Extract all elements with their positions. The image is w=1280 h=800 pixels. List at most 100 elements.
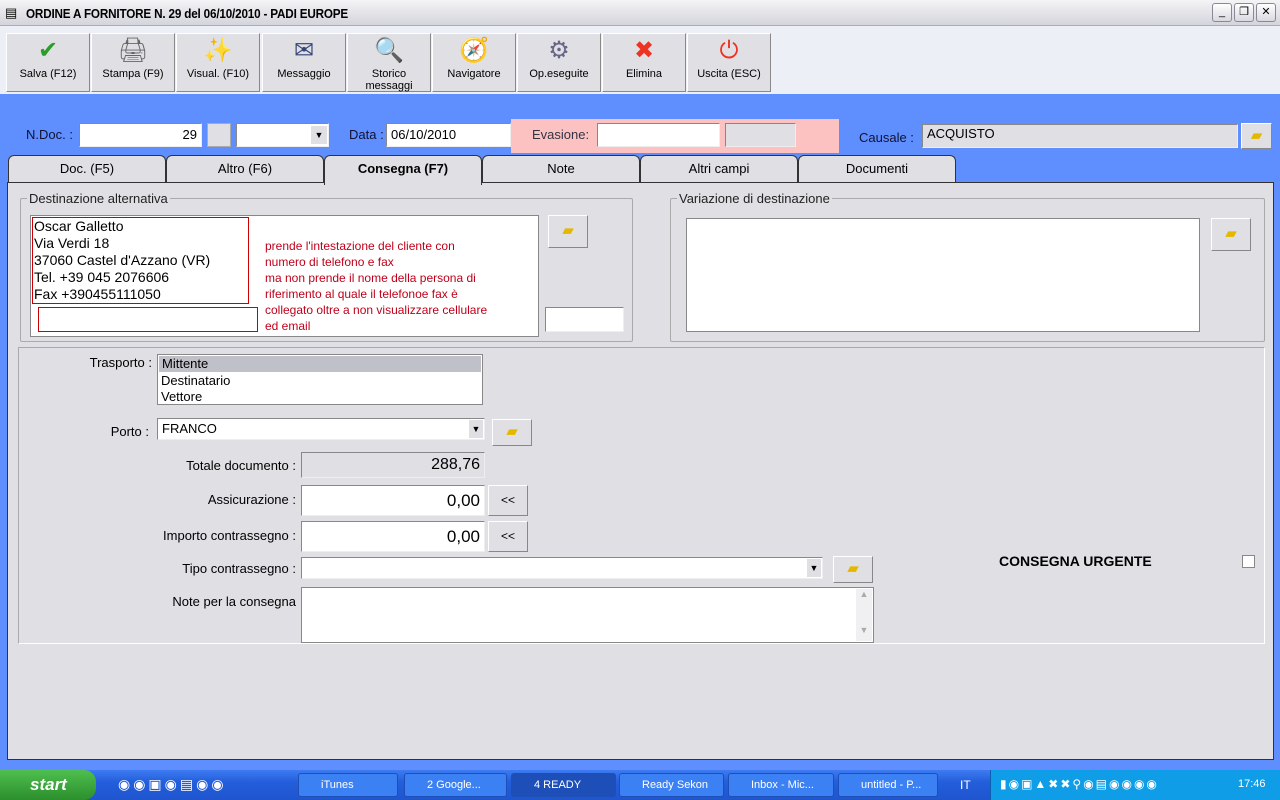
destinazione-folder-button[interactable]: ▰: [548, 215, 588, 248]
toolbar-button-1[interactable]: 🖨 Stampa (F9): [91, 33, 175, 92]
clock: 17:46: [1238, 778, 1266, 790]
toolbar-icon-1: 🖨: [117, 37, 149, 64]
taskbar-item[interactable]: 4 READY: [511, 773, 616, 797]
tab-1[interactable]: Altro (F6): [166, 155, 324, 183]
toolbar-label: Visual. (F10): [186, 68, 250, 80]
restore-button[interactable]: ❐: [1234, 3, 1254, 22]
data-label: Data :: [349, 127, 384, 142]
toolbar-button-6[interactable]: ⚙ Op.eseguite: [517, 33, 601, 92]
toolbar-label: Storico messaggi: [365, 68, 413, 92]
trasporto-option[interactable]: Vettore: [158, 389, 482, 405]
toolbar-icon-4: 🔍: [374, 37, 404, 64]
porto-label: Porto :: [110, 424, 149, 439]
tipo-contrassegno-select[interactable]: ▼: [301, 557, 823, 579]
assicurazione-copy-button[interactable]: <<: [488, 485, 528, 516]
causale-folder-button[interactable]: ▰: [1241, 123, 1272, 149]
address-line: Tel. +39 045 2076606: [34, 269, 170, 285]
tab-0[interactable]: Doc. (F5): [8, 155, 166, 183]
taskbar-item[interactable]: untitled - P...: [838, 773, 938, 797]
series-select[interactable]: ▼: [236, 123, 329, 147]
contrassegno-input[interactable]: 0,00: [301, 521, 485, 552]
toolbar-label: Messaggio: [277, 68, 331, 80]
toolbar-icon-8: ⏻: [719, 37, 739, 64]
tab-3[interactable]: Note: [482, 155, 640, 183]
toolbar-button-5[interactable]: 🧭 Navigatore: [432, 33, 516, 92]
toolbar-label: Salva (F12): [19, 68, 77, 80]
note-consegna-label: Note per la consegna: [172, 594, 296, 609]
toolbar-label: Op.eseguite: [529, 68, 589, 80]
toolbar-button-2[interactable]: ✨ Visual. (F10): [176, 33, 260, 92]
toolbar-label: Elimina: [625, 68, 663, 80]
toolbar-button-0[interactable]: ✔ Salva (F12): [6, 33, 90, 92]
address-line: Fax +390455111050: [34, 286, 161, 302]
destinazione-code-input[interactable]: [545, 307, 624, 332]
ndoc-input[interactable]: 29: [79, 123, 202, 147]
porto-folder-button[interactable]: ▰: [492, 419, 532, 446]
destinazione-label: Destinazione alternativa: [27, 191, 170, 206]
start-button[interactable]: start: [0, 770, 96, 800]
trasporto-option[interactable]: Mittente: [159, 356, 481, 372]
address-line: 37060 Castel d'Azzano (VR): [34, 252, 211, 268]
evasione-extra: [725, 123, 796, 147]
toolbar-button-8[interactable]: ⏻ Uscita (ESC): [687, 33, 771, 92]
toolbar-label: Uscita (ESC): [697, 68, 761, 80]
tab-2[interactable]: Consegna (F7): [324, 155, 482, 185]
toolbar-icon-5: 🧭: [459, 37, 489, 64]
note-scrollbar[interactable]: ▲ ▼: [856, 589, 872, 641]
consegna-urgente-checkbox[interactable]: [1242, 555, 1255, 568]
totale-value: 288,76: [301, 452, 485, 478]
quick-launch-icons[interactable]: ◉◉▣◉▤◉◉: [118, 776, 227, 793]
toolbar-icon-3: ✉: [293, 37, 315, 64]
taskbar-item[interactable]: Inbox - Mic...: [728, 773, 834, 797]
causale-label: Causale :: [859, 130, 914, 145]
ndoc-button[interactable]: [207, 123, 231, 147]
trasporto-label: Trasporto :: [89, 355, 152, 370]
evasione-label: Evasione:: [532, 127, 590, 142]
consegna-urgente-label: CONSEGNA URGENTE: [999, 553, 1152, 569]
toolbar-icon-0: ✔: [37, 37, 59, 64]
data-input[interactable]: 06/10/2010: [386, 123, 511, 147]
taskbar-item[interactable]: iTunes: [298, 773, 398, 797]
causale-input[interactable]: ACQUISTO: [922, 124, 1238, 148]
assicurazione-input[interactable]: 0,00: [301, 485, 485, 516]
taskbar-item[interactable]: Ready Sekon: [619, 773, 724, 797]
variazione-folder-button[interactable]: ▰: [1211, 218, 1251, 251]
contrassegno-label: Importo contrassegno :: [163, 528, 296, 543]
chevron-down-icon: ▼: [807, 559, 821, 577]
highlight-box: [38, 307, 258, 332]
toolbar-button-4[interactable]: 🔍 Storico messaggi: [347, 33, 431, 92]
minimize-button[interactable]: _: [1212, 3, 1232, 22]
tab-4[interactable]: Altri campi: [640, 155, 798, 183]
toolbar-label: Stampa (F9): [102, 68, 164, 80]
toolbar-icon-6: ⚙: [548, 37, 570, 64]
evasione-input[interactable]: [597, 123, 720, 147]
tab-5[interactable]: Documenti: [798, 155, 956, 183]
note-consegna-textarea[interactable]: [301, 587, 874, 643]
ndoc-label: N.Doc. :: [26, 127, 73, 142]
taskbar-item[interactable]: 2 Google...: [404, 773, 507, 797]
window-title: ORDINE A FORNITORE N. 29 del 06/10/2010 …: [26, 6, 349, 21]
tray-icons[interactable]: ▮◉▣▲✖✖⚲◉▤◉◉◉◉: [1000, 777, 1159, 791]
trasporto-list[interactable]: Mittente Destinatario Vettore: [157, 354, 483, 405]
address-line: Oscar Galletto: [34, 218, 124, 234]
note-line: numero di telefono e fax: [265, 255, 394, 269]
note-line: ed email: [265, 319, 311, 333]
close-button[interactable]: ✕: [1256, 3, 1276, 22]
toolbar-label: Navigatore: [447, 68, 501, 80]
language-indicator[interactable]: IT: [960, 778, 971, 792]
note-line: collegato oltre a non visualizzare cellu…: [265, 303, 488, 317]
toolbar-icon-2: ✨: [203, 37, 233, 64]
toolbar-button-7[interactable]: ✖ Elimina: [602, 33, 686, 92]
variazione-textarea[interactable]: [686, 218, 1200, 332]
destinazione-address: Oscar Galletto Via Verdi 18 37060 Castel d…: [32, 217, 249, 304]
trasporto-option[interactable]: Destinatario: [158, 373, 482, 389]
note-line: prende l'intestazione del cliente con: [265, 239, 455, 253]
variazione-label: Variazione di destinazione: [677, 191, 832, 206]
contrassegno-copy-button[interactable]: <<: [488, 521, 528, 552]
totale-label: Totale documento :: [186, 458, 296, 473]
tipo-folder-button[interactable]: ▰: [833, 556, 873, 583]
app-icon: ▤: [5, 5, 18, 20]
toolbar-button-3[interactable]: ✉ Messaggio: [262, 33, 346, 92]
toolbar-icon-7: ✖: [633, 37, 655, 64]
porto-select[interactable]: FRANCO ▼: [157, 418, 485, 440]
